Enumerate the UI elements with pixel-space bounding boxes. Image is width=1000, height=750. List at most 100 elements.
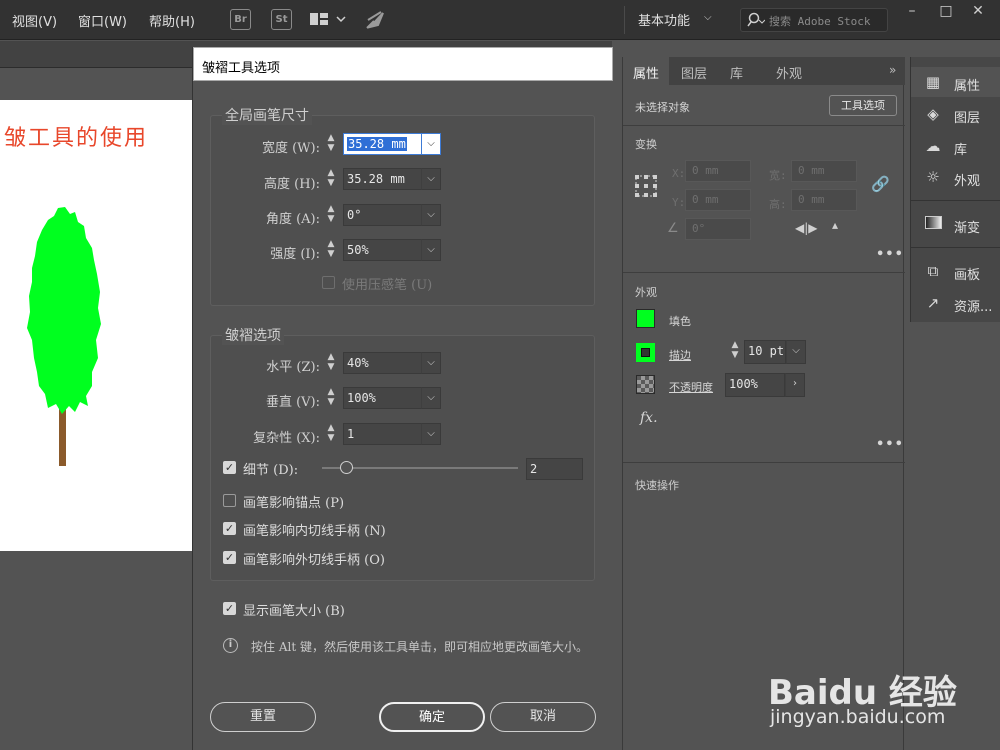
intensity-dropdown[interactable]: ⌵ xyxy=(421,239,441,261)
separator xyxy=(623,272,905,273)
angle-label: 角度 (A): xyxy=(265,212,320,227)
anchor-points-checkbox[interactable] xyxy=(223,494,236,507)
menu-window[interactable]: 窗口(W) xyxy=(78,11,127,30)
flip-horizontal-icon[interactable]: ◀|▶ xyxy=(795,221,818,235)
ok-button[interactable]: 确定 xyxy=(379,702,485,732)
fx-icon[interactable]: fx. xyxy=(640,410,658,426)
cancel-button[interactable]: 取消 xyxy=(490,702,596,732)
adobe-stock-search[interactable]: 搜索 Adobe Stock xyxy=(740,8,888,32)
artboards-icon: ⧉ xyxy=(927,262,939,280)
intensity-field[interactable]: 50% xyxy=(343,239,423,261)
dock-item-gradient[interactable]: 渐变 xyxy=(911,209,1000,239)
width-dropdown[interactable]: ⌵ xyxy=(421,133,441,155)
crinkle-tool-options-dialog: 皱褶工具选项 全局画笔尺寸 宽度 (W): ▲ ▼ 35.28 mm ⌵ 高度 (… xyxy=(192,47,613,750)
detail-checkbox[interactable]: ✓ xyxy=(223,461,236,474)
artboard[interactable]: 皱工具的使用 xyxy=(0,100,192,551)
reset-button[interactable]: 重置 xyxy=(210,702,316,732)
dock-label: 资源... xyxy=(954,300,993,315)
opacity-arrow[interactable]: › xyxy=(785,373,805,397)
horizontal-field[interactable]: 40% xyxy=(343,352,423,374)
reference-point-icon[interactable] xyxy=(634,174,658,198)
w-field[interactable]: 0 mm xyxy=(791,160,857,182)
dock-item-properties[interactable]: ▦ 属性 xyxy=(911,67,1000,97)
vertical-dropdown[interactable]: ⌵ xyxy=(421,387,441,409)
vertical-field[interactable]: 100% xyxy=(343,387,423,409)
info-text: 按住 Alt 键，然后使用该工具单击，即可相应地更改画笔大小。 xyxy=(251,640,588,654)
detail-field[interactable]: 2 xyxy=(526,458,583,480)
menu-view[interactable]: 视图(V) xyxy=(12,11,57,30)
complexity-dropdown[interactable]: ⌵ xyxy=(421,423,441,445)
stroke-label[interactable]: 描边 xyxy=(669,347,691,363)
height-dropdown[interactable]: ⌵ xyxy=(421,168,441,190)
horizontal-label: 水平 (Z): xyxy=(266,360,320,375)
in-tangent-label: 画笔影响内切线手柄 (N) xyxy=(243,524,386,539)
angle-field[interactable]: 0° xyxy=(343,204,423,226)
dock-item-appearance[interactable]: ☼ 外观 xyxy=(911,162,1000,192)
angle-stepper[interactable]: ▲ ▼ xyxy=(321,204,341,226)
tree-illustration[interactable] xyxy=(20,200,110,470)
dock-item-libraries[interactable]: ☁ 库 xyxy=(911,131,1000,161)
dialog-title: 皱褶工具选项 xyxy=(202,61,281,76)
width-field[interactable]: 35.28 mm xyxy=(343,133,423,155)
transform-more-icon[interactable]: ••• xyxy=(876,247,904,262)
rotate-field[interactable]: 0° xyxy=(685,218,751,240)
angle-dropdown[interactable]: ⌵ xyxy=(421,204,441,226)
pressure-pen-checkbox[interactable] xyxy=(322,276,335,289)
opacity-label[interactable]: 不透明度 xyxy=(669,379,713,395)
close-icon[interactable]: ✕ xyxy=(964,3,992,23)
bridge-icon[interactable]: Br xyxy=(230,9,251,30)
dock-item-assets[interactable]: ↗ 资源... xyxy=(911,288,1000,318)
dock-item-artboards[interactable]: ⧉ 画板 xyxy=(911,256,1000,286)
right-panel-dock: ▦ 属性 ◈ 图层 ☁ 库 ☼ 外观 渐变 ⧉ 画板 ↗ 资源... xyxy=(910,57,1000,322)
vertical-stepper[interactable]: ▲ ▼ xyxy=(321,387,341,409)
width-stepper[interactable]: ▲ ▼ xyxy=(321,133,341,155)
global-brush-group-label: 全局画笔尺寸 xyxy=(222,105,312,125)
show-brush-size-checkbox[interactable]: ✓ xyxy=(223,602,236,615)
flip-vertical-icon[interactable]: ▴ xyxy=(832,218,838,232)
complexity-stepper[interactable]: ▲ ▼ xyxy=(321,423,341,445)
panel-collapse-icon[interactable]: » xyxy=(889,63,896,77)
link-dimensions-icon[interactable]: 🔗 xyxy=(871,175,890,193)
search-icon xyxy=(747,12,766,31)
y-field[interactable]: 0 mm xyxy=(685,189,751,211)
minimize-icon[interactable]: – xyxy=(898,3,926,23)
arrange-documents-icon[interactable] xyxy=(310,11,350,29)
width-label: 宽度 (W): xyxy=(261,141,320,156)
appearance-more-icon[interactable]: ••• xyxy=(876,437,904,452)
tab-properties[interactable]: 属性 xyxy=(633,63,659,82)
tab-layers[interactable]: 图层 xyxy=(681,63,707,82)
height-field[interactable]: 35.28 mm xyxy=(343,168,423,190)
tab-appearance[interactable]: 外观 xyxy=(776,63,802,82)
baidu-watermark-url: jingyan.baidu.com xyxy=(770,706,946,728)
horizontal-dropdown[interactable]: ⌵ xyxy=(421,352,441,374)
out-tangent-checkbox[interactable]: ✓ xyxy=(223,551,236,564)
stock-icon[interactable]: St xyxy=(271,9,292,30)
stroke-weight-dropdown[interactable]: ⌵ xyxy=(786,340,806,364)
complexity-field[interactable]: 1 xyxy=(343,423,423,445)
dialog-titlebar[interactable]: 皱褶工具选项 xyxy=(193,47,613,81)
opacity-field[interactable]: 100% xyxy=(725,373,785,397)
workspace-switcher[interactable]: 基本功能 xyxy=(638,10,690,29)
fill-swatch[interactable] xyxy=(636,309,655,328)
tab-libraries[interactable]: 库 xyxy=(730,63,743,82)
intensity-stepper[interactable]: ▲ ▼ xyxy=(321,239,341,261)
chevron-down-icon[interactable]: ⌵ xyxy=(704,12,712,23)
dock-item-layers[interactable]: ◈ 图层 xyxy=(911,99,1000,129)
x-field[interactable]: 0 mm xyxy=(685,160,751,182)
dock-label: 画板 xyxy=(954,268,981,283)
detail-slider-knob[interactable] xyxy=(339,461,353,474)
stroke-weight-field[interactable]: 10 pt xyxy=(744,340,786,364)
tool-options-button[interactable]: 工具选项 xyxy=(829,95,897,116)
menu-divider xyxy=(624,6,625,34)
appearance-icon: ☼ xyxy=(926,168,940,186)
stroke-swatch[interactable] xyxy=(636,343,655,362)
menu-help[interactable]: 帮助(H) xyxy=(149,11,195,30)
separator xyxy=(623,125,905,126)
in-tangent-checkbox[interactable]: ✓ xyxy=(223,522,236,535)
maximize-icon[interactable]: □ xyxy=(932,3,960,23)
stroke-stepper[interactable]: ▲ ▼ xyxy=(725,340,745,364)
height-stepper[interactable]: ▲ ▼ xyxy=(321,168,341,190)
gpu-performance-icon[interactable] xyxy=(364,9,386,31)
h-field[interactable]: 0 mm xyxy=(791,189,857,211)
horizontal-stepper[interactable]: ▲ ▼ xyxy=(321,352,341,374)
